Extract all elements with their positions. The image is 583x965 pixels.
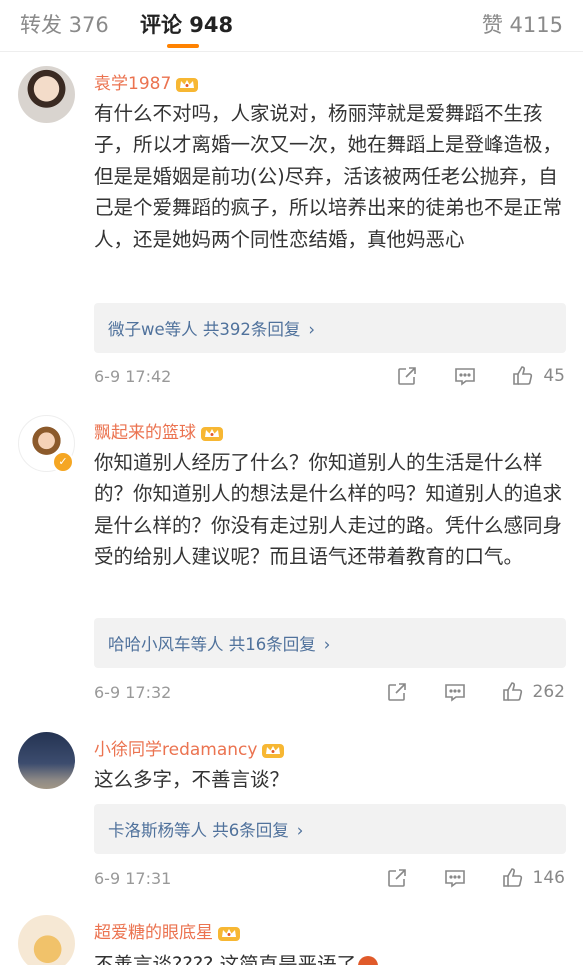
- chevron-right-icon: ›: [308, 320, 315, 339]
- verified-badge-icon: ✓: [52, 451, 74, 473]
- replies-text: 卡洛斯杨等人 共6条回复: [108, 821, 289, 840]
- comment-text-content: 不善言谈???? 这简直是恶语了: [94, 953, 357, 965]
- avatar[interactable]: [18, 66, 75, 123]
- replies-preview[interactable]: 微子we等人 共392条回复 ›: [94, 303, 566, 353]
- comment-icon[interactable]: [453, 364, 477, 388]
- username-text: 飘起来的篮球: [94, 423, 196, 443]
- username-text: 超爱糖的眼底星: [94, 923, 213, 943]
- comment-actions: 262: [385, 679, 565, 705]
- replies-preview[interactable]: 卡洛斯杨等人 共6条回复 ›: [94, 804, 566, 854]
- like-icon[interactable]: [501, 866, 525, 890]
- like-icon[interactable]: [511, 364, 535, 388]
- comment-icon[interactable]: [443, 866, 467, 890]
- comment-username[interactable]: 小徐同学redamancy: [94, 735, 285, 760]
- like-count: 146: [532, 868, 565, 888]
- tab-comments[interactable]: 评论 948: [140, 9, 233, 39]
- repost-icon[interactable]: [395, 364, 419, 388]
- username-text: 袁学1987: [94, 74, 172, 94]
- comment-username[interactable]: 袁学1987: [94, 69, 199, 94]
- comment-actions: 45: [395, 363, 565, 389]
- avatar[interactable]: [18, 732, 75, 789]
- like-icon[interactable]: [501, 680, 525, 704]
- comment-text: 不善言谈???? 这简直是恶语了: [94, 949, 564, 965]
- comment-actions: 146: [385, 865, 565, 891]
- replies-preview[interactable]: 哈哈小风车等人 共16条回复 ›: [94, 618, 566, 668]
- comment-icon[interactable]: [443, 680, 467, 704]
- comment-time: 6-9 17:31: [94, 869, 172, 888]
- comment-tabs: 转发 376 评论 948 赞 4115: [0, 0, 583, 52]
- crown-icon: [262, 744, 285, 758]
- chevron-right-icon: ›: [296, 821, 304, 840]
- replies-link[interactable]: 哈哈小风车等人 共16条回复 ›: [108, 631, 330, 655]
- repost-icon[interactable]: [385, 866, 409, 890]
- crown-icon: [218, 927, 240, 941]
- tab-likes[interactable]: 赞 4115: [482, 9, 563, 39]
- crown-icon: [201, 427, 223, 441]
- crown-icon: [176, 78, 199, 92]
- tab-repost[interactable]: 转发 376: [20, 9, 109, 39]
- comment-text: 有什么不对吗，人家说对，杨丽萍就是爱舞蹈不生孩子，所以才离婚一次又一次，她在舞蹈…: [94, 102, 563, 251]
- angry-emoji-icon: [358, 955, 379, 965]
- replies-link[interactable]: 微子we等人 共392条回复 ›: [108, 316, 315, 340]
- replies-text: 微子we等人 共392条回复: [108, 320, 301, 339]
- avatar[interactable]: [18, 915, 75, 965]
- active-tab-indicator: [167, 44, 199, 48]
- comment-username[interactable]: 飘起来的篮球: [94, 418, 224, 443]
- repost-icon[interactable]: [385, 680, 409, 704]
- replies-text: 哈哈小风车等人 共16条回复: [108, 635, 316, 654]
- like-count: 45: [543, 366, 565, 386]
- comment-time: 6-9 17:42: [94, 367, 172, 386]
- username-text: 小徐同学redamancy: [94, 740, 258, 760]
- comment-time: 6-9 17:32: [94, 683, 172, 702]
- comment-text: 你知道别人经历了什么？你知道别人的生活是什么样的？你知道别人的想法是什么样的吗？…: [94, 451, 563, 569]
- chevron-right-icon: ›: [323, 635, 331, 654]
- comment-text: 这么多字，不善言谈？: [94, 768, 290, 791]
- like-count: 262: [532, 682, 565, 702]
- replies-link[interactable]: 卡洛斯杨等人 共6条回复 ›: [108, 817, 303, 841]
- comment-username[interactable]: 超爱糖的眼底星: [94, 918, 241, 943]
